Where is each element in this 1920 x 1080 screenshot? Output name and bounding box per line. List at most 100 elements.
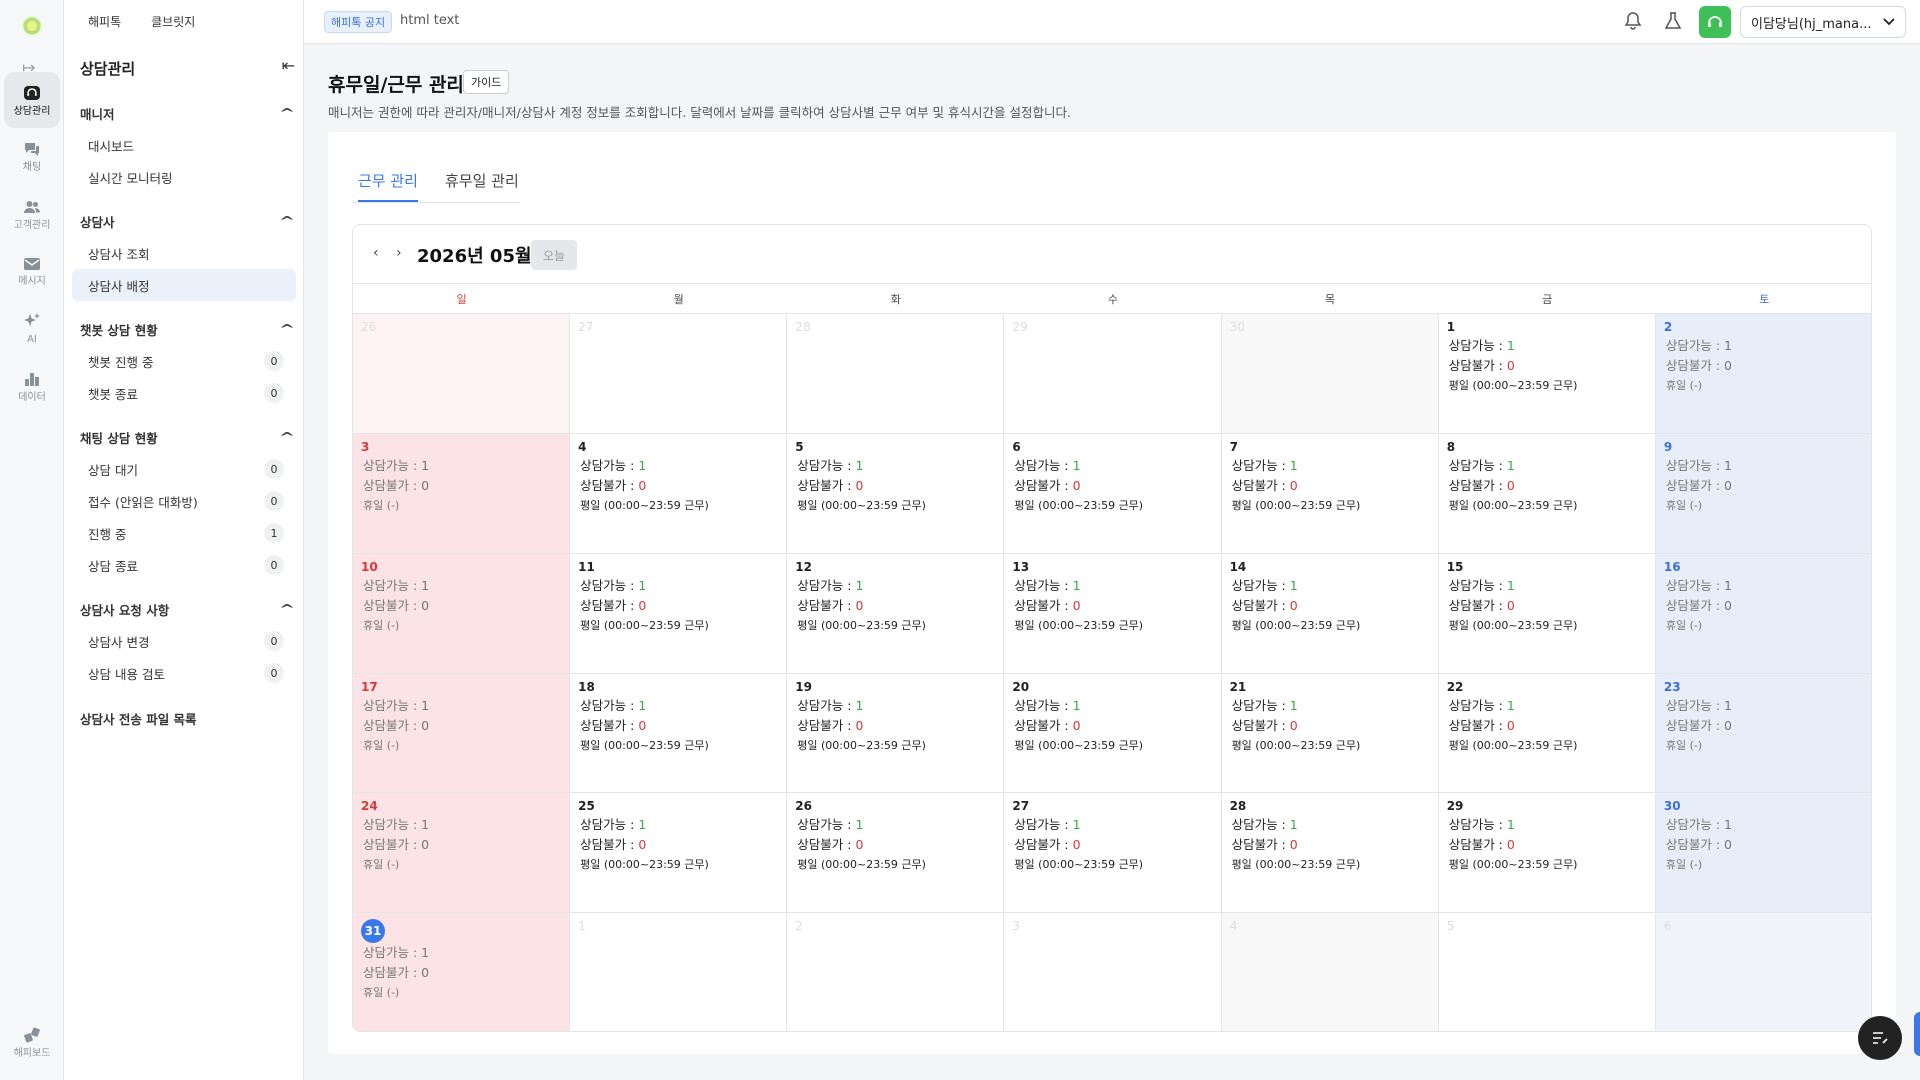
calendar-day[interactable]: 4 상담가능 : 1 상담불가 : 0 평일 (00:00~23:59 근무) — [570, 433, 788, 554]
sidebar-link-file-list[interactable]: 상담사 전송 파일 목록 — [80, 709, 197, 728]
sidebar-group-requests[interactable]: 상담사 요청 사항 ^ — [80, 597, 296, 621]
chevron-up-icon[interactable]: ^ — [279, 602, 295, 616]
calendar-day[interactable]: 11 상담가능 : 1 상담불가 : 0 평일 (00:00~23:59 근무) — [570, 553, 788, 674]
rail-item-message[interactable]: 메시지 — [4, 243, 60, 299]
calendar-day[interactable]: 10 상담가능 : 1 상담불가 : 0 휴일 (-) — [353, 553, 571, 674]
calendar-day-outside[interactable]: 3 — [1004, 913, 1222, 1031]
calendar-day[interactable]: 18 상담가능 : 1 상담불가 : 0 평일 (00:00~23:59 근무) — [570, 673, 788, 794]
calendar-day-outside[interactable]: 2 — [787, 913, 1005, 1031]
unavailable-line: 상담불가 : 0 — [361, 835, 561, 855]
sidebar-group-chat-status[interactable]: 채팅 상담 현황 ^ — [80, 425, 296, 449]
notice-tag[interactable]: 해피톡 공지 — [324, 11, 393, 33]
calendar-day[interactable]: 13 상담가능 : 1 상담불가 : 0 평일 (00:00~23:59 근무) — [1004, 553, 1222, 674]
day-number: 30 — [1663, 799, 1681, 814]
calendar-day[interactable]: 23 상담가능 : 1 상담불가 : 0 휴일 (-) — [1655, 673, 1871, 794]
sidebar-item-counselor-assign[interactable]: 상담사 배정 — [72, 269, 296, 301]
chevron-up-icon[interactable]: ^ — [279, 214, 295, 228]
next-month-icon[interactable]: › — [396, 245, 402, 261]
calendar-day[interactable]: 17 상담가능 : 1 상담불가 : 0 휴일 (-) — [353, 673, 571, 794]
chevron-up-icon[interactable]: ^ — [279, 322, 295, 336]
side-tab-handle[interactable] — [1914, 1012, 1920, 1056]
calendar-day[interactable]: 15 상담가능 : 1 상담불가 : 0 평일 (00:00~23:59 근무) — [1438, 553, 1656, 674]
day-number: 4 — [578, 439, 587, 454]
sidebar-item-chatbot-in-progress[interactable]: 챗봇 진행 중 0 — [72, 345, 296, 377]
calendar-day[interactable]: 31 상담가능 : 1 상담불가 : 0 휴일 (-) — [353, 913, 571, 1031]
sidebar-item-chatbot-ended[interactable]: 챗봇 종료 0 — [72, 377, 296, 409]
calendar-day-outside[interactable]: 5 — [1438, 913, 1656, 1031]
rail-item-customers[interactable]: 고객관리 — [4, 186, 60, 242]
guide-button[interactable]: 가이드 — [463, 70, 510, 94]
calendar-day[interactable]: 28 상담가능 : 1 상담불가 : 0 평일 (00:00~23:59 근무) — [1221, 793, 1439, 914]
tab-holiday-management[interactable]: 휴무일 관리 — [445, 170, 519, 202]
collapse-sidebar-icon[interactable]: ⇤ — [282, 56, 295, 75]
calendar-day[interactable]: 16 상담가능 : 1 상담불가 : 0 휴일 (-) — [1655, 553, 1871, 674]
calendar-day-outside[interactable]: 30 — [1221, 314, 1439, 434]
calendar-day[interactable]: 12 상담가능 : 1 상담불가 : 0 평일 (00:00~23:59 근무) — [787, 553, 1005, 674]
calendar-day-outside[interactable]: 1 — [570, 913, 788, 1031]
floating-menu-button[interactable] — [1858, 1016, 1902, 1060]
calendar-day[interactable]: 6 상담가능 : 1 상담불가 : 0 평일 (00:00~23:59 근무) — [1004, 433, 1222, 554]
calendar-day[interactable]: 30 상담가능 : 1 상담불가 : 0 휴일 (-) — [1655, 793, 1871, 914]
chevron-up-icon[interactable]: ^ — [279, 106, 295, 120]
sidebar-item-received[interactable]: 접수 (안읽은 대화방) 0 — [72, 485, 296, 517]
tab-work-management[interactable]: 근무 관리 — [358, 170, 418, 202]
calendar-day[interactable]: 14 상담가능 : 1 상담불가 : 0 평일 (00:00~23:59 근무) — [1221, 553, 1439, 674]
sidebar-item-ended[interactable]: 상담 종료 0 — [72, 549, 296, 581]
unavailable-label: 상담불가 : — [363, 717, 422, 733]
calendar-day-outside[interactable]: 28 — [787, 314, 1005, 434]
calendar-day[interactable]: 3 상담가능 : 1 상담불가 : 0 휴일 (-) — [353, 433, 571, 554]
flask-icon[interactable] — [1663, 11, 1683, 31]
calendar-day[interactable]: 24 상담가능 : 1 상담불가 : 0 휴일 (-) — [353, 793, 571, 914]
calendar-day[interactable]: 5 상담가능 : 1 상담불가 : 0 평일 (00:00~23:59 근무) — [787, 433, 1005, 554]
sidebar-group-chatbot-status[interactable]: 챗봇 상담 현황 ^ — [80, 317, 296, 341]
calendar-day[interactable]: 22 상담가능 : 1 상담불가 : 0 평일 (00:00~23:59 근무) — [1438, 673, 1656, 794]
calendar-day[interactable]: 8 상담가능 : 1 상담불가 : 0 평일 (00:00~23:59 근무) — [1438, 433, 1656, 554]
sidebar-item-content-review[interactable]: 상담 내용 검토 0 — [72, 657, 296, 689]
chevron-up-icon[interactable]: ^ — [279, 430, 295, 444]
calendar-day-outside[interactable]: 27 — [570, 314, 788, 434]
notice-text[interactable]: html text — [400, 13, 459, 28]
sidebar-item-label: 상담사 배정 — [88, 278, 150, 294]
sidebar-group-manager[interactable]: 매니저 ^ — [80, 101, 296, 125]
rail-item-chat[interactable]: 채팅 — [4, 128, 60, 184]
calendar-day[interactable]: 27 상담가능 : 1 상담불가 : 0 평일 (00:00~23:59 근무) — [1004, 793, 1222, 914]
sidebar-item-waiting[interactable]: 상담 대기 0 — [72, 453, 296, 485]
sidebar-item-counselor-change[interactable]: 상담사 변경 0 — [72, 625, 296, 657]
day-number: 29 — [1446, 799, 1464, 814]
rail-item-data[interactable]: 데이터 — [4, 358, 60, 414]
calendar-day[interactable]: 25 상담가능 : 1 상담불가 : 0 평일 (00:00~23:59 근무) — [570, 793, 788, 914]
prev-month-icon[interactable]: ‹ — [373, 245, 379, 261]
calendar-day-outside[interactable]: 26 — [353, 314, 571, 434]
sidebar-tab-callbridge[interactable]: 클브릿지 — [151, 13, 195, 30]
calendar-day[interactable]: 29 상담가능 : 1 상담불가 : 0 평일 (00:00~23:59 근무) — [1438, 793, 1656, 914]
calendar-day[interactable]: 21 상담가능 : 1 상담불가 : 0 평일 (00:00~23:59 근무) — [1221, 673, 1439, 794]
sidebar-item-dashboard[interactable]: 대시보드 — [72, 129, 296, 161]
list-edit-icon — [1873, 1032, 1888, 1044]
sidebar-group-counselor[interactable]: 상담사 ^ — [80, 209, 296, 233]
calendar-day[interactable]: 2 상담가능 : 1 상담불가 : 0 휴일 (-) — [1655, 314, 1871, 434]
app-logo-icon[interactable] — [22, 16, 42, 36]
calendar-day-outside[interactable]: 29 — [1004, 314, 1222, 434]
sidebar-item-realtime-monitoring[interactable]: 실시간 모니터링 — [72, 161, 296, 193]
calendar-day-outside[interactable]: 4 — [1221, 913, 1439, 1031]
bell-icon[interactable] — [1623, 11, 1643, 31]
work-hours: 평일 (00:00~23:59 근무) — [1014, 738, 1144, 752]
calendar-day[interactable]: 20 상담가능 : 1 상담불가 : 0 평일 (00:00~23:59 근무) — [1004, 673, 1222, 794]
rail-item-ai[interactable]: AI — [4, 300, 60, 356]
available-line: 상담가능 : 1 — [1447, 696, 1647, 716]
calendar-day[interactable]: 9 상담가능 : 1 상담불가 : 0 휴일 (-) — [1655, 433, 1871, 554]
sidebar-item-in-progress[interactable]: 진행 중 1 — [72, 517, 296, 549]
rail-item-happyboard[interactable]: 해피보드 — [4, 1014, 60, 1070]
sidebar-item-counselor-search[interactable]: 상담사 조회 — [72, 237, 296, 269]
user-menu-dropdown[interactable]: 이담당님(hj_mana... — [1740, 6, 1906, 38]
calendar-day-outside[interactable]: 6 — [1655, 913, 1871, 1031]
calendar-day[interactable]: 19 상담가능 : 1 상담불가 : 0 평일 (00:00~23:59 근무) — [787, 673, 1005, 794]
rail-item-consult[interactable]: 상담관리 — [4, 72, 60, 128]
status-headset-button[interactable] — [1699, 6, 1731, 38]
unavailable-line: 상담불가 : 0 — [1230, 476, 1430, 496]
calendar-day[interactable]: 26 상담가능 : 1 상담불가 : 0 평일 (00:00~23:59 근무) — [787, 793, 1005, 914]
calendar-day[interactable]: 7 상담가능 : 1 상담불가 : 0 평일 (00:00~23:59 근무) — [1221, 433, 1439, 554]
sidebar-tab-happytalk[interactable]: 해피톡 — [88, 13, 121, 30]
calendar-day[interactable]: 1 상담가능 : 1 상담불가 : 0 평일 (00:00~23:59 근무) — [1438, 314, 1656, 434]
today-button[interactable]: 오늘 — [531, 240, 577, 270]
